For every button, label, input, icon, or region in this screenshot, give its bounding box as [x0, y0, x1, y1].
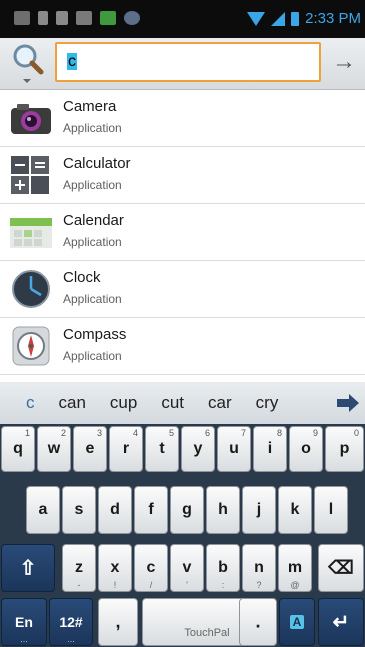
search-bar: c → — [0, 38, 365, 90]
shift-icon: ⇧ — [19, 557, 37, 580]
key-z[interactable]: z- — [62, 544, 96, 592]
key-y[interactable]: 6y — [181, 426, 215, 472]
calendar-icon — [10, 218, 52, 248]
suggestion-item[interactable]: cut — [149, 393, 196, 413]
usb-debug-icon — [56, 11, 68, 25]
backspace-icon: ⌫ — [328, 557, 354, 578]
key-s[interactable]: s — [62, 486, 96, 534]
key-k[interactable]: k — [278, 486, 312, 534]
suggestion-item[interactable]: can — [47, 393, 98, 413]
list-item-clock[interactable]: Clock Application — [0, 261, 365, 318]
period-key[interactable]: . — [239, 598, 277, 646]
search-input[interactable]: c — [55, 42, 321, 82]
list-item-camera[interactable]: Camera Application — [0, 90, 365, 147]
input-mode-icon: A — [290, 615, 304, 629]
app-name: Clock — [63, 269, 101, 286]
key-q[interactable]: 1q — [1, 426, 35, 472]
compass-icon — [12, 326, 50, 366]
key-d[interactable]: d — [98, 486, 132, 534]
backspace-key[interactable]: ⌫ — [318, 544, 364, 592]
suggestion-item[interactable]: cup — [98, 393, 149, 413]
usb-icon — [38, 11, 48, 25]
more-suggestions-arrow-icon[interactable] — [337, 394, 359, 412]
key-h[interactable]: h — [206, 486, 240, 534]
clock-time: 2:33 PM — [305, 10, 361, 27]
signal-icon — [271, 11, 286, 26]
key-t[interactable]: 5t — [145, 426, 179, 472]
app-name: Compass — [63, 326, 127, 343]
camera-icon — [11, 104, 51, 134]
key-n[interactable]: n? — [242, 544, 276, 592]
key-i[interactable]: 8i — [253, 426, 287, 472]
status-bar: 2:33 PM — [0, 0, 365, 38]
battery-icon — [291, 11, 300, 26]
app-list: Camera Application Calculator Applicatio… — [0, 90, 365, 375]
app-type: Application — [63, 349, 122, 363]
suggestion-bar: c can cup cut car cry — [0, 382, 365, 424]
search-icon[interactable] — [10, 42, 46, 84]
key-p[interactable]: 0p — [325, 426, 364, 472]
arrow-right-icon: → — [332, 48, 356, 75]
suggestion-item[interactable]: cry — [244, 393, 291, 413]
key-v[interactable]: v ' — [170, 544, 204, 592]
app-type: Application — [63, 235, 122, 249]
key-m[interactable]: m @ — [278, 544, 312, 592]
app-notification-icon — [100, 11, 116, 25]
enter-key[interactable]: ↵ — [318, 598, 364, 646]
key-w[interactable]: 2w — [37, 426, 71, 472]
suggestion-item[interactable]: c — [0, 393, 47, 413]
key-u[interactable]: 7u — [217, 426, 251, 472]
key-o[interactable]: 9o — [289, 426, 323, 472]
key-a[interactable]: a — [26, 486, 60, 534]
key-g[interactable]: g — [170, 486, 204, 534]
input-mode-key[interactable]: A — [279, 598, 315, 646]
key-r[interactable]: 4r — [109, 426, 143, 472]
enter-icon: ↵ — [332, 611, 350, 634]
clock-icon — [12, 270, 50, 308]
symbols-key[interactable]: 12#... — [49, 598, 93, 646]
app-name: Calendar — [63, 212, 124, 229]
language-key[interactable]: En... — [1, 598, 47, 646]
key-b[interactable]: b: — [206, 544, 240, 592]
comma-key[interactable]: , — [98, 598, 138, 646]
key-l[interactable]: l — [314, 486, 348, 534]
list-item-compass[interactable]: Compass Application — [0, 318, 365, 375]
app-type: Application — [63, 292, 122, 306]
key-e[interactable]: 3e — [73, 426, 107, 472]
media-icon — [76, 11, 92, 25]
key-j[interactable]: j — [242, 486, 276, 534]
key-f[interactable]: f — [134, 486, 168, 534]
browser-icon — [124, 11, 140, 25]
notification-icons — [14, 11, 140, 25]
go-button[interactable]: → — [325, 42, 363, 82]
soft-keyboard: c can cup cut car cry 1q 2w 3e 4r 5t 6y … — [0, 382, 365, 647]
key-x[interactable]: x! — [98, 544, 132, 592]
app-type: Application — [63, 178, 122, 192]
list-item-calculator[interactable]: Calculator Application — [0, 147, 365, 204]
wifi-icon — [247, 11, 266, 26]
suggestion-item[interactable]: car — [196, 393, 244, 413]
app-type: Application — [63, 121, 122, 135]
calculator-icon — [11, 156, 49, 194]
app-name: Calculator — [63, 155, 131, 172]
app-name: Camera — [63, 98, 117, 115]
keyboard-notification-icon — [14, 11, 30, 25]
search-query: c — [67, 53, 77, 70]
list-item-calendar[interactable]: Calendar Application — [0, 204, 365, 261]
key-c[interactable]: c / — [134, 544, 168, 592]
shift-key[interactable]: ⇧ — [1, 544, 55, 592]
